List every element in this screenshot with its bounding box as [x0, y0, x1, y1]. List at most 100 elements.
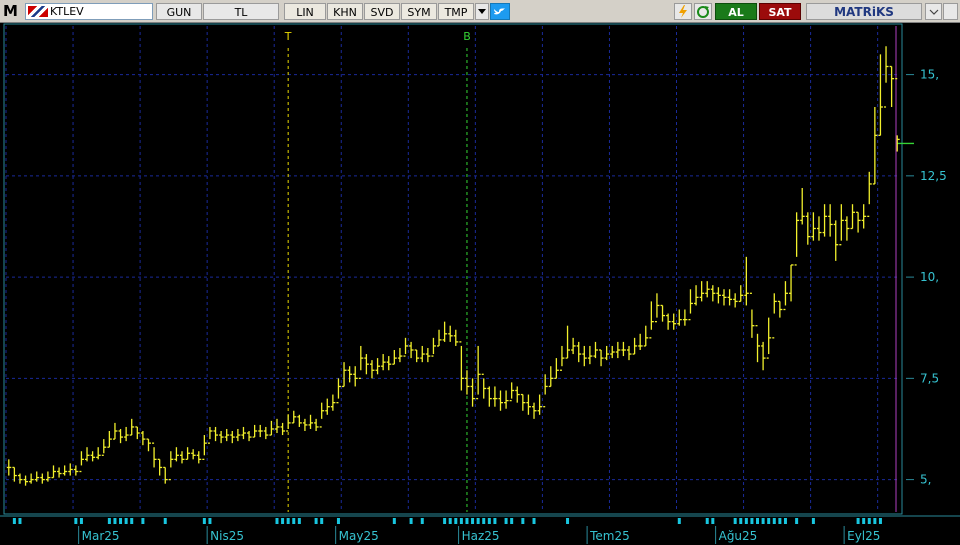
- ohlc-bar: [744, 256, 749, 306]
- svd-button[interactable]: SVD: [364, 3, 400, 20]
- symbol-value: KTLEV: [50, 5, 84, 18]
- currency-button[interactable]: TL: [203, 3, 279, 20]
- symbol-field[interactable]: KTLEV: [25, 3, 153, 20]
- ohlc-bar: [51, 465, 56, 479]
- volume-mark: [772, 518, 776, 524]
- ohlc-bar: [643, 325, 649, 347]
- volume-mark: [532, 518, 536, 524]
- menu-button[interactable]: [925, 3, 942, 20]
- alert-button[interactable]: [674, 3, 692, 20]
- tmp-button[interactable]: TMP: [438, 3, 474, 20]
- price-chart[interactable]: TB 5,7,510,12,515, Mar25 Nis25 May25 Haz25 T…: [0, 22, 960, 545]
- ohlc-bar: [235, 428, 241, 442]
- buy-button[interactable]: AL: [715, 3, 757, 20]
- volume-mark: [420, 518, 424, 524]
- x-tick-label: Tem25: [589, 529, 630, 543]
- ohlc-bar: [358, 345, 364, 380]
- ohlc-bar: [470, 378, 476, 407]
- ohlc-bar: [504, 390, 509, 409]
- chevron-down-icon: [929, 9, 938, 15]
- brand-label: MATRiKS: [806, 3, 922, 20]
- flag-icon: [28, 6, 48, 17]
- ohlc-bar: [576, 341, 582, 363]
- ohlc-bar: [17, 473, 23, 484]
- volume-mark: [141, 518, 145, 524]
- ohlc-bar: [414, 349, 420, 363]
- volume-mark: [677, 518, 681, 524]
- volume-mark: [79, 518, 83, 524]
- ohlc-bar: [57, 467, 62, 478]
- ohlc-bar: [789, 264, 794, 302]
- dropdown-button[interactable]: [475, 3, 489, 20]
- ohlc-bar: [627, 345, 632, 361]
- x-tick-label: May25: [339, 529, 379, 543]
- ohlc-bar: [140, 431, 146, 446]
- volume-mark: [392, 518, 396, 524]
- ohlc-bar: [532, 402, 537, 419]
- ohlc-bar: [286, 414, 291, 432]
- ohlc-bar: [247, 431, 252, 442]
- ohlc-bar: [554, 358, 559, 380]
- ohlc-bar: [146, 438, 151, 452]
- volume-mark: [778, 518, 782, 524]
- volume-mark: [761, 518, 765, 524]
- x-tick-label: Haz25: [462, 529, 500, 543]
- ohlc-bar: [565, 325, 571, 359]
- ohlc-bar: [369, 360, 375, 379]
- ohlc-bar: [587, 345, 593, 365]
- volume-mark: [521, 518, 525, 524]
- ohlc-bar: [202, 435, 207, 461]
- x-tick-label: Eyl25: [847, 529, 880, 543]
- ohlc-bar: [805, 212, 811, 245]
- ohlc-bar: [124, 426, 129, 442]
- ohlc-bar: [135, 426, 140, 440]
- khn-button[interactable]: KHN: [327, 3, 363, 20]
- y-tick-label: 7,5: [920, 371, 939, 385]
- ohlc-bar: [844, 216, 850, 241]
- ohlc-bar: [90, 451, 96, 462]
- y-tick-label: 10,: [920, 270, 939, 284]
- ohlc-bar: [6, 459, 12, 476]
- volume-strip: [12, 518, 882, 524]
- window-button[interactable]: [943, 3, 958, 20]
- sell-button[interactable]: SAT: [759, 3, 801, 20]
- app-logo[interactable]: M: [3, 3, 18, 20]
- ohlc-bar: [766, 317, 772, 359]
- ohlc-bar: [738, 285, 744, 303]
- volume-mark: [320, 518, 324, 524]
- ohlc-bar: [833, 220, 839, 261]
- plot-frame: [3, 23, 903, 515]
- period-button[interactable]: GUN: [156, 3, 202, 20]
- volume-mark: [767, 518, 771, 524]
- ohlc-bar: [783, 281, 788, 311]
- volume-mark: [873, 518, 877, 524]
- ohlc-bar: [671, 313, 677, 330]
- ohlc-bar: [599, 349, 604, 367]
- ohlc-bar: [777, 300, 783, 318]
- ohlc-bar: [241, 426, 246, 440]
- ohlc-bar: [325, 398, 330, 415]
- ohlc-bar: [163, 466, 168, 484]
- volume-mark: [130, 518, 134, 524]
- ohlc-bar: [219, 431, 224, 444]
- y-tick-label: 15,: [920, 68, 939, 82]
- ohlc-bar: [397, 347, 403, 363]
- ohlc-bar: [425, 347, 431, 363]
- volume-mark: [476, 518, 480, 524]
- ohlc-bar: [749, 292, 755, 338]
- ohlc-bar: [386, 356, 392, 371]
- ohlc-bar: [492, 386, 498, 407]
- ohlc-bar: [157, 458, 163, 476]
- twitter-button[interactable]: [490, 3, 510, 20]
- lin-button[interactable]: LIN: [284, 3, 326, 20]
- ohlc-bar: [856, 211, 861, 233]
- x-tick-label: Mar25: [82, 529, 120, 543]
- price-axis: 5, 7,5 10, 12,5 15,: [906, 68, 947, 487]
- ohlc-bar: [498, 390, 503, 411]
- refresh-button[interactable]: [694, 3, 712, 20]
- sym-button[interactable]: SYM: [401, 3, 437, 20]
- ohlc-bar: [107, 431, 112, 448]
- volume-mark: [756, 518, 760, 524]
- ohlc-bar: [23, 475, 29, 486]
- ohlc-bar: [889, 65, 895, 107]
